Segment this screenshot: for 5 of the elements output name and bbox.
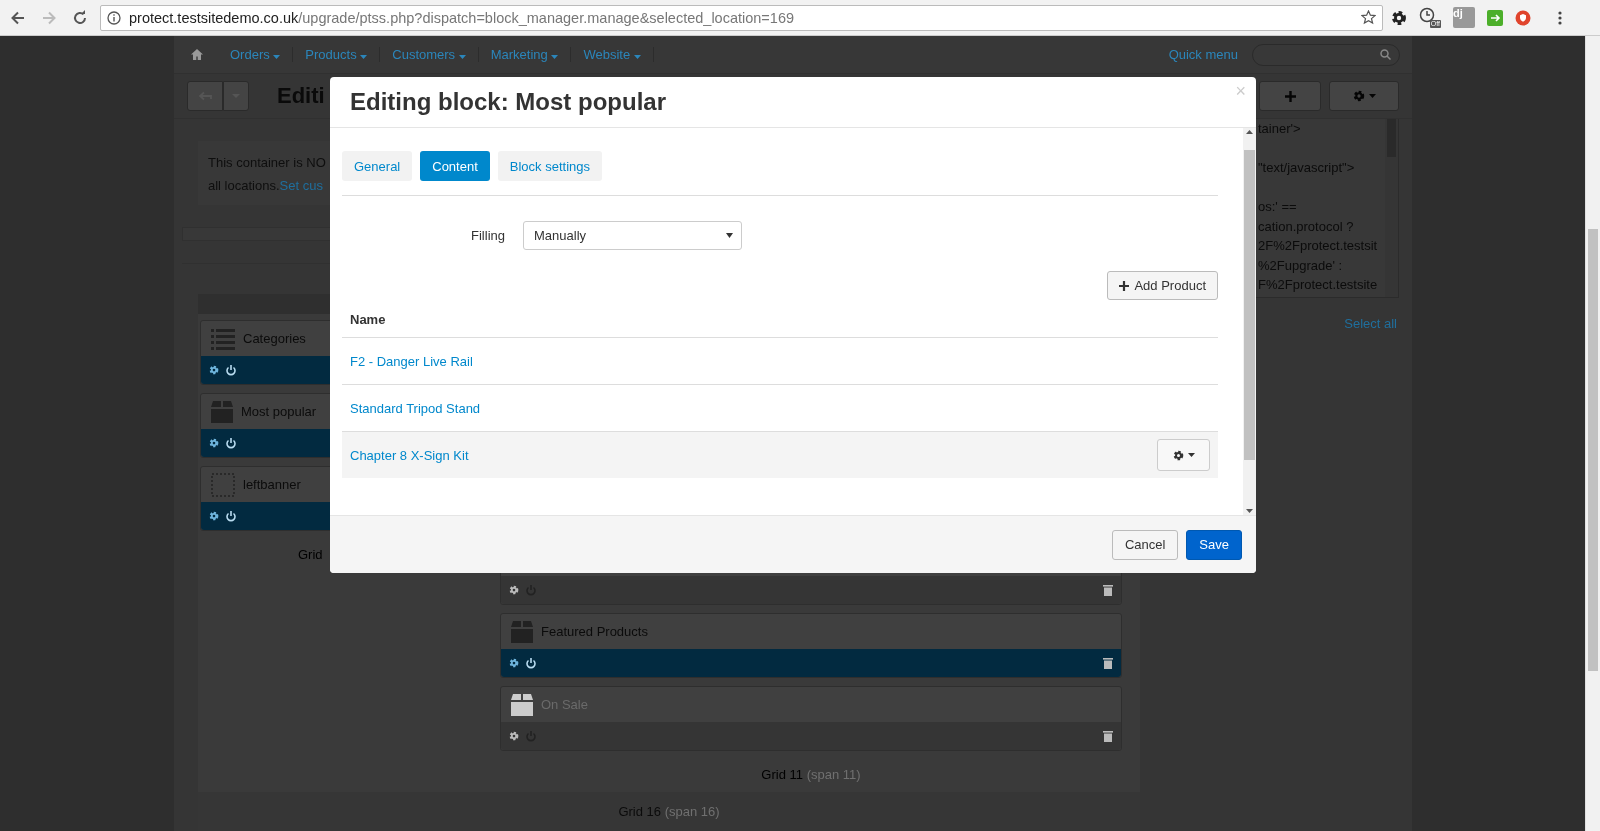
dialog-title: Editing block: Most popular — [350, 88, 666, 116]
column-header: Name — [342, 301, 1218, 338]
url-text: protect.testsitedemo.co.uk/upgrade/ptss.php?dispatch=block_manager.manage&selected_location=169 — [129, 9, 796, 26]
field-label: Filling — [470, 228, 505, 243]
grid-label: Grid — [298, 547, 323, 562]
